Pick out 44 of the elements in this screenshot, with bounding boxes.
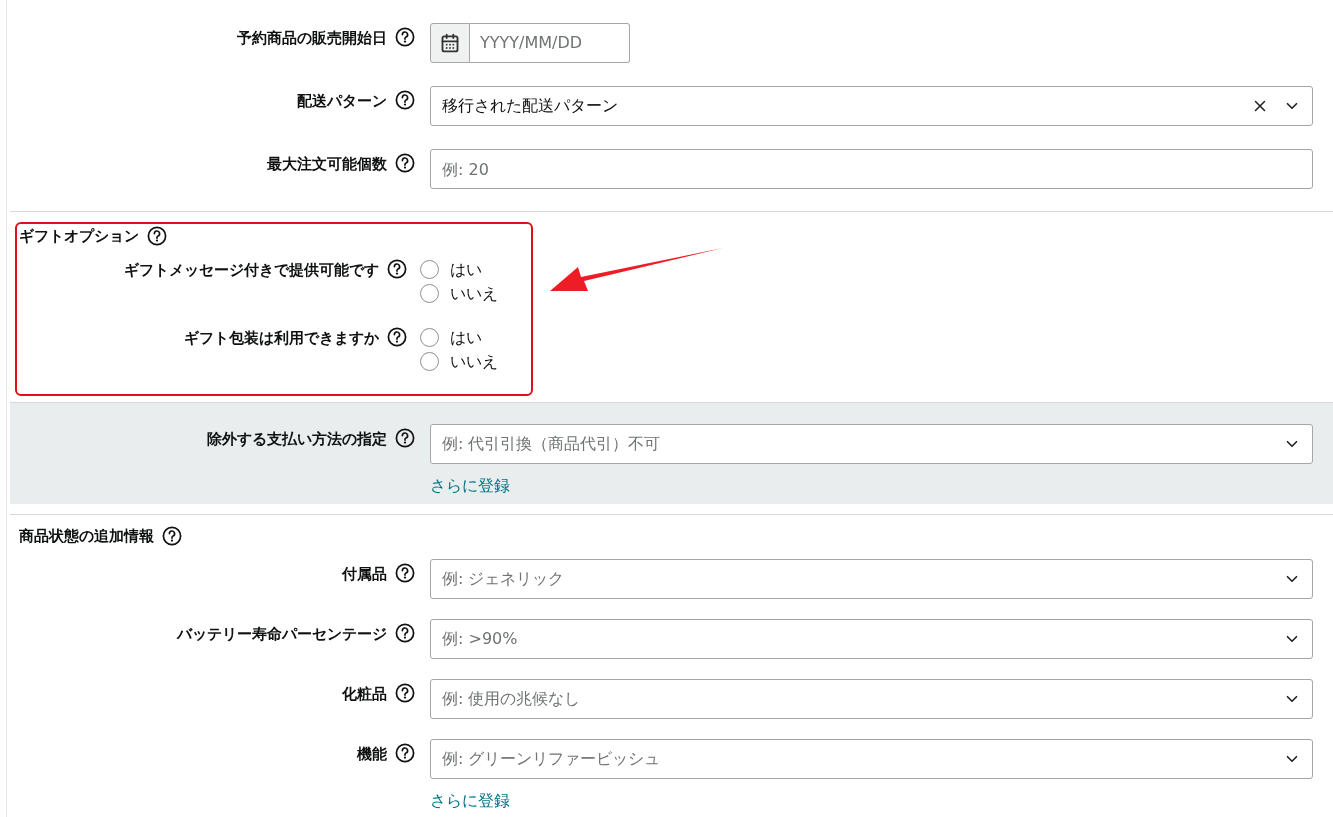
radio-button[interactable] (420, 328, 439, 347)
field-label: 除外する支払い方法の指定 (207, 428, 387, 450)
select-field[interactable]: 例: グリーンリファービッシュ (430, 739, 1313, 779)
field-label: 最大注文可能個数 (267, 154, 387, 175)
field-label: ギフトメッセージ付きで提供可能です (124, 259, 379, 281)
radio-option[interactable]: はい (420, 257, 498, 282)
radio-option[interactable]: いいえ (420, 281, 498, 306)
select-field[interactable]: 例: 代引引換（商品代引）不可 (430, 423, 1313, 464)
radio-button[interactable] (420, 352, 439, 371)
field-label: ギフト包装は利用できますか (184, 327, 379, 349)
section-title: ギフトオプション (19, 226, 139, 247)
help-icon[interactable] (162, 525, 182, 546)
add-more-link[interactable]: さらに登録 (430, 473, 510, 498)
select-field[interactable]: 移行された配送パターン (430, 86, 1313, 126)
calendar-button[interactable] (430, 23, 470, 63)
date-input[interactable]: YYYY/MM/DD (470, 23, 630, 63)
select-field[interactable]: 例: >90% (430, 619, 1313, 659)
help-icon[interactable] (395, 743, 415, 763)
radio-option[interactable]: はい (420, 325, 498, 350)
field-label: 化粧品 (342, 684, 387, 705)
calendar-icon (440, 33, 460, 53)
radio-button[interactable] (420, 284, 439, 303)
help-icon[interactable] (395, 427, 415, 448)
add-more-link[interactable]: さらに登録 (430, 791, 510, 810)
radio-option[interactable]: いいえ (420, 349, 498, 374)
field-label: バッテリー寿命パーセンテージ (177, 624, 387, 645)
field-label: 配送パターン (297, 91, 387, 112)
help-icon[interactable] (387, 258, 407, 279)
help-icon[interactable] (395, 90, 415, 110)
section-title: 商品状態の追加情報 (19, 525, 154, 547)
input-field[interactable]: 例: 20 (430, 149, 1313, 189)
select-field[interactable]: 例: ジェネリック (430, 559, 1313, 599)
field-label: 付属品 (342, 564, 387, 585)
help-icon[interactable] (395, 27, 415, 47)
help-icon[interactable] (395, 153, 415, 173)
field-label: 機能 (357, 744, 387, 765)
help-icon[interactable] (395, 623, 415, 643)
help-icon[interactable] (147, 226, 167, 247)
radio-button[interactable] (420, 260, 439, 279)
help-icon[interactable] (395, 683, 415, 703)
help-icon[interactable] (395, 563, 415, 583)
field-label: 予約商品の販売開始日 (237, 28, 387, 49)
help-icon[interactable] (387, 326, 407, 347)
select-field[interactable]: 例: 使用の兆候なし (430, 679, 1313, 719)
